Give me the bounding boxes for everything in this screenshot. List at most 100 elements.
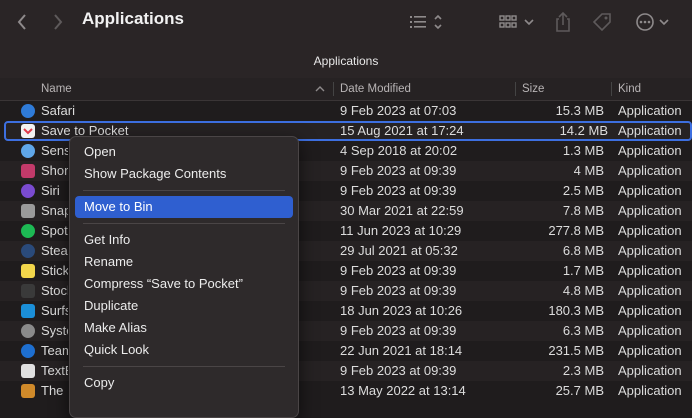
file-name: Sense [41,143,68,158]
date-modified: 22 Jun 2021 at 18:14 [340,343,463,358]
path-title: Applications [313,54,379,68]
safari-icon [21,104,35,118]
snap-icon [21,204,35,218]
share-button[interactable] [552,10,574,34]
menu-item-make-alias[interactable]: Make Alias [75,317,293,339]
grid-icon [499,15,534,28]
date-modified: 9 Feb 2023 at 09:39 [340,263,457,278]
file-name: Snap [41,203,68,218]
file-name: Steam [41,243,68,258]
file-size: 2.5 MB [562,183,604,198]
more-actions-button[interactable] [632,10,672,34]
column-divider[interactable] [611,82,612,96]
column-headers: Name Date Modified Size Kind [0,78,692,101]
tag-icon [592,13,611,32]
file-size: 1.3 MB [562,143,604,158]
pocket-icon [21,124,35,138]
column-header-date[interactable]: Date Modified [340,78,411,100]
file-kind: Application [618,283,682,298]
file-size: 2.3 MB [562,363,604,378]
teamviewer-icon [21,344,35,358]
menu-separator [83,366,285,367]
file-kind: Application [618,343,682,358]
column-header-kind[interactable]: Kind [618,78,641,100]
unarchiver-icon [21,384,35,398]
window-title: Applications [82,9,185,28]
file-size: 6.3 MB [562,323,604,338]
file-kind: Application [618,203,682,218]
file-size: 4 MB [573,163,604,178]
menu-item-compress[interactable]: Compress “Save to Pocket” [75,273,293,295]
file-name: Stickies [41,263,68,278]
file-size: 6.8 MB [562,243,604,258]
date-modified: 4 Sep 2018 at 20:02 [340,143,458,158]
siri-icon [21,184,35,198]
column-divider[interactable] [515,82,516,96]
column-header-size[interactable]: Size [522,78,544,100]
date-modified: 29 Jul 2021 at 05:32 [340,243,458,258]
menu-item-quick-look[interactable]: Quick Look [75,339,293,361]
date-modified: 9 Feb 2023 at 09:39 [340,323,457,338]
path-bar: Applications [0,44,692,78]
date-modified: 9 Feb 2023 at 09:39 [340,183,457,198]
file-kind: Application [618,243,682,258]
toolbar: Applications [0,0,692,44]
grid-view-button[interactable] [496,11,538,33]
shortcuts-icon [21,164,35,178]
settings-icon [21,324,35,338]
date-modified: 9 Feb 2023 at 09:39 [340,283,457,298]
menu-item-duplicate[interactable]: Duplicate [75,295,293,317]
file-name: Siri [41,183,60,198]
file-size: 14.2 MB [559,123,608,138]
date-modified: 9 Feb 2023 at 09:39 [340,163,457,178]
column-divider[interactable] [333,82,334,96]
ellipsis-icon [636,13,669,31]
menu-item-copy[interactable]: Copy [75,372,293,394]
column-header-name[interactable]: Name [41,78,72,100]
list-icon [410,14,442,30]
file-name: Stocks [41,283,68,298]
menu-item-rename[interactable]: Rename [75,251,293,273]
file-name: Safari [41,103,75,118]
date-modified: 11 Jun 2023 at 10:29 [340,223,462,238]
file-size: 231.5 MB [548,343,604,358]
file-kind: Application [618,303,682,318]
file-name: Spotify [41,223,68,238]
file-size: 1.7 MB [562,263,604,278]
sense-icon [21,144,35,158]
tag-button[interactable] [590,10,614,34]
file-name: TextEdit [41,363,68,378]
file-kind: Application [618,123,682,138]
table-row[interactable]: Safari 9 Feb 2023 at 07:03 15.3 MB Appli… [0,101,692,121]
spotify-icon [21,224,35,238]
context-menu: Open Show Package Contents Move to Bin G… [69,136,299,418]
steam-icon [21,244,35,258]
menu-separator [83,190,285,191]
sort-chevron-icon [315,86,325,92]
menu-item-show-package-contents[interactable]: Show Package Contents [75,163,293,185]
file-kind: Application [618,223,682,238]
menu-item-move-to-bin[interactable]: Move to Bin [75,196,293,218]
file-name: Surfshark [41,303,68,318]
chevron-left-icon [17,14,26,30]
file-size: 180.3 MB [548,303,604,318]
file-kind: Application [618,103,682,118]
date-modified: 30 Mar 2021 at 22:59 [340,203,464,218]
list-view-button[interactable] [405,11,447,33]
date-modified: 13 May 2022 at 13:14 [340,383,466,398]
file-name: TeamViewer [41,343,68,358]
file-kind: Application [618,143,682,158]
back-button[interactable] [12,11,32,33]
forward-button[interactable] [48,11,68,33]
file-size: 25.7 MB [555,383,604,398]
menu-item-open[interactable]: Open [75,141,293,163]
file-name: System Settings [41,323,68,338]
file-kind: Application [618,263,682,278]
menu-item-get-info[interactable]: Get Info [75,229,293,251]
surfshark-icon [21,304,35,318]
chevron-right-icon [54,14,63,30]
stocks-icon [21,284,35,298]
file-kind: Application [618,183,682,198]
file-kind: Application [618,323,682,338]
stickies-icon [21,264,35,278]
